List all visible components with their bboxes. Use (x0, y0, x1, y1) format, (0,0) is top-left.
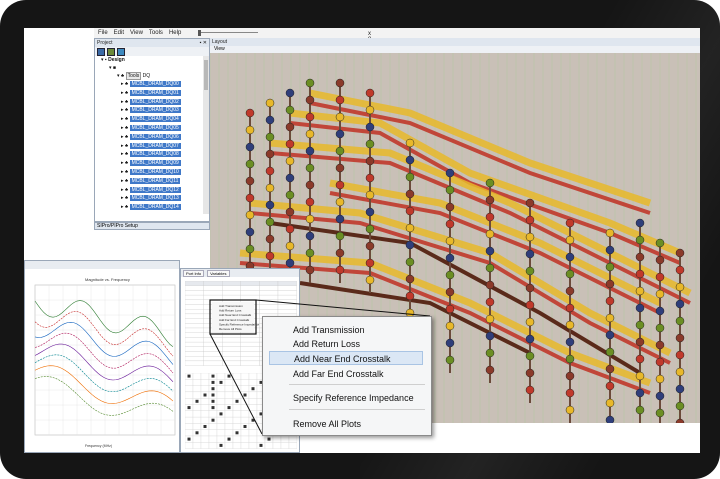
mini-menu-item: Add Return Loss (219, 309, 242, 313)
context-menu-item[interactable]: Add Transmission (293, 323, 365, 337)
mini-context-menu: Add TransmissionAdd Return LossAdd Near … (212, 302, 260, 332)
context-menu-item[interactable]: Remove All Plots (293, 417, 361, 431)
mini-menu-item: Remove All Plots (219, 327, 242, 331)
context-menu: Add Transmission Add Return Loss Add Near … (262, 316, 432, 436)
callout-line-left (209, 333, 263, 435)
mini-menu-item: Specify Reference Impedance (219, 322, 260, 326)
menu-separator (289, 384, 425, 385)
context-menu-item[interactable]: Specify Reference Impedance (293, 391, 414, 405)
callout-line-top (255, 299, 431, 317)
monitor-bezel: File Edit View Tools Help x 8 Project ▪ … (0, 0, 720, 479)
mini-menu-item: Add Near End Crosstalk (219, 313, 252, 317)
mini-menu-item: Add Transmission (219, 304, 243, 308)
context-menu-item[interactable]: Add Return Loss (293, 337, 360, 351)
mini-menu-item: Add Far End Crosstalk (219, 318, 250, 322)
context-menu-item[interactable]: Add Near End Crosstalk (269, 351, 423, 365)
context-menu-item[interactable]: Add Far End Crosstalk (293, 367, 384, 381)
menu-separator (289, 409, 425, 410)
